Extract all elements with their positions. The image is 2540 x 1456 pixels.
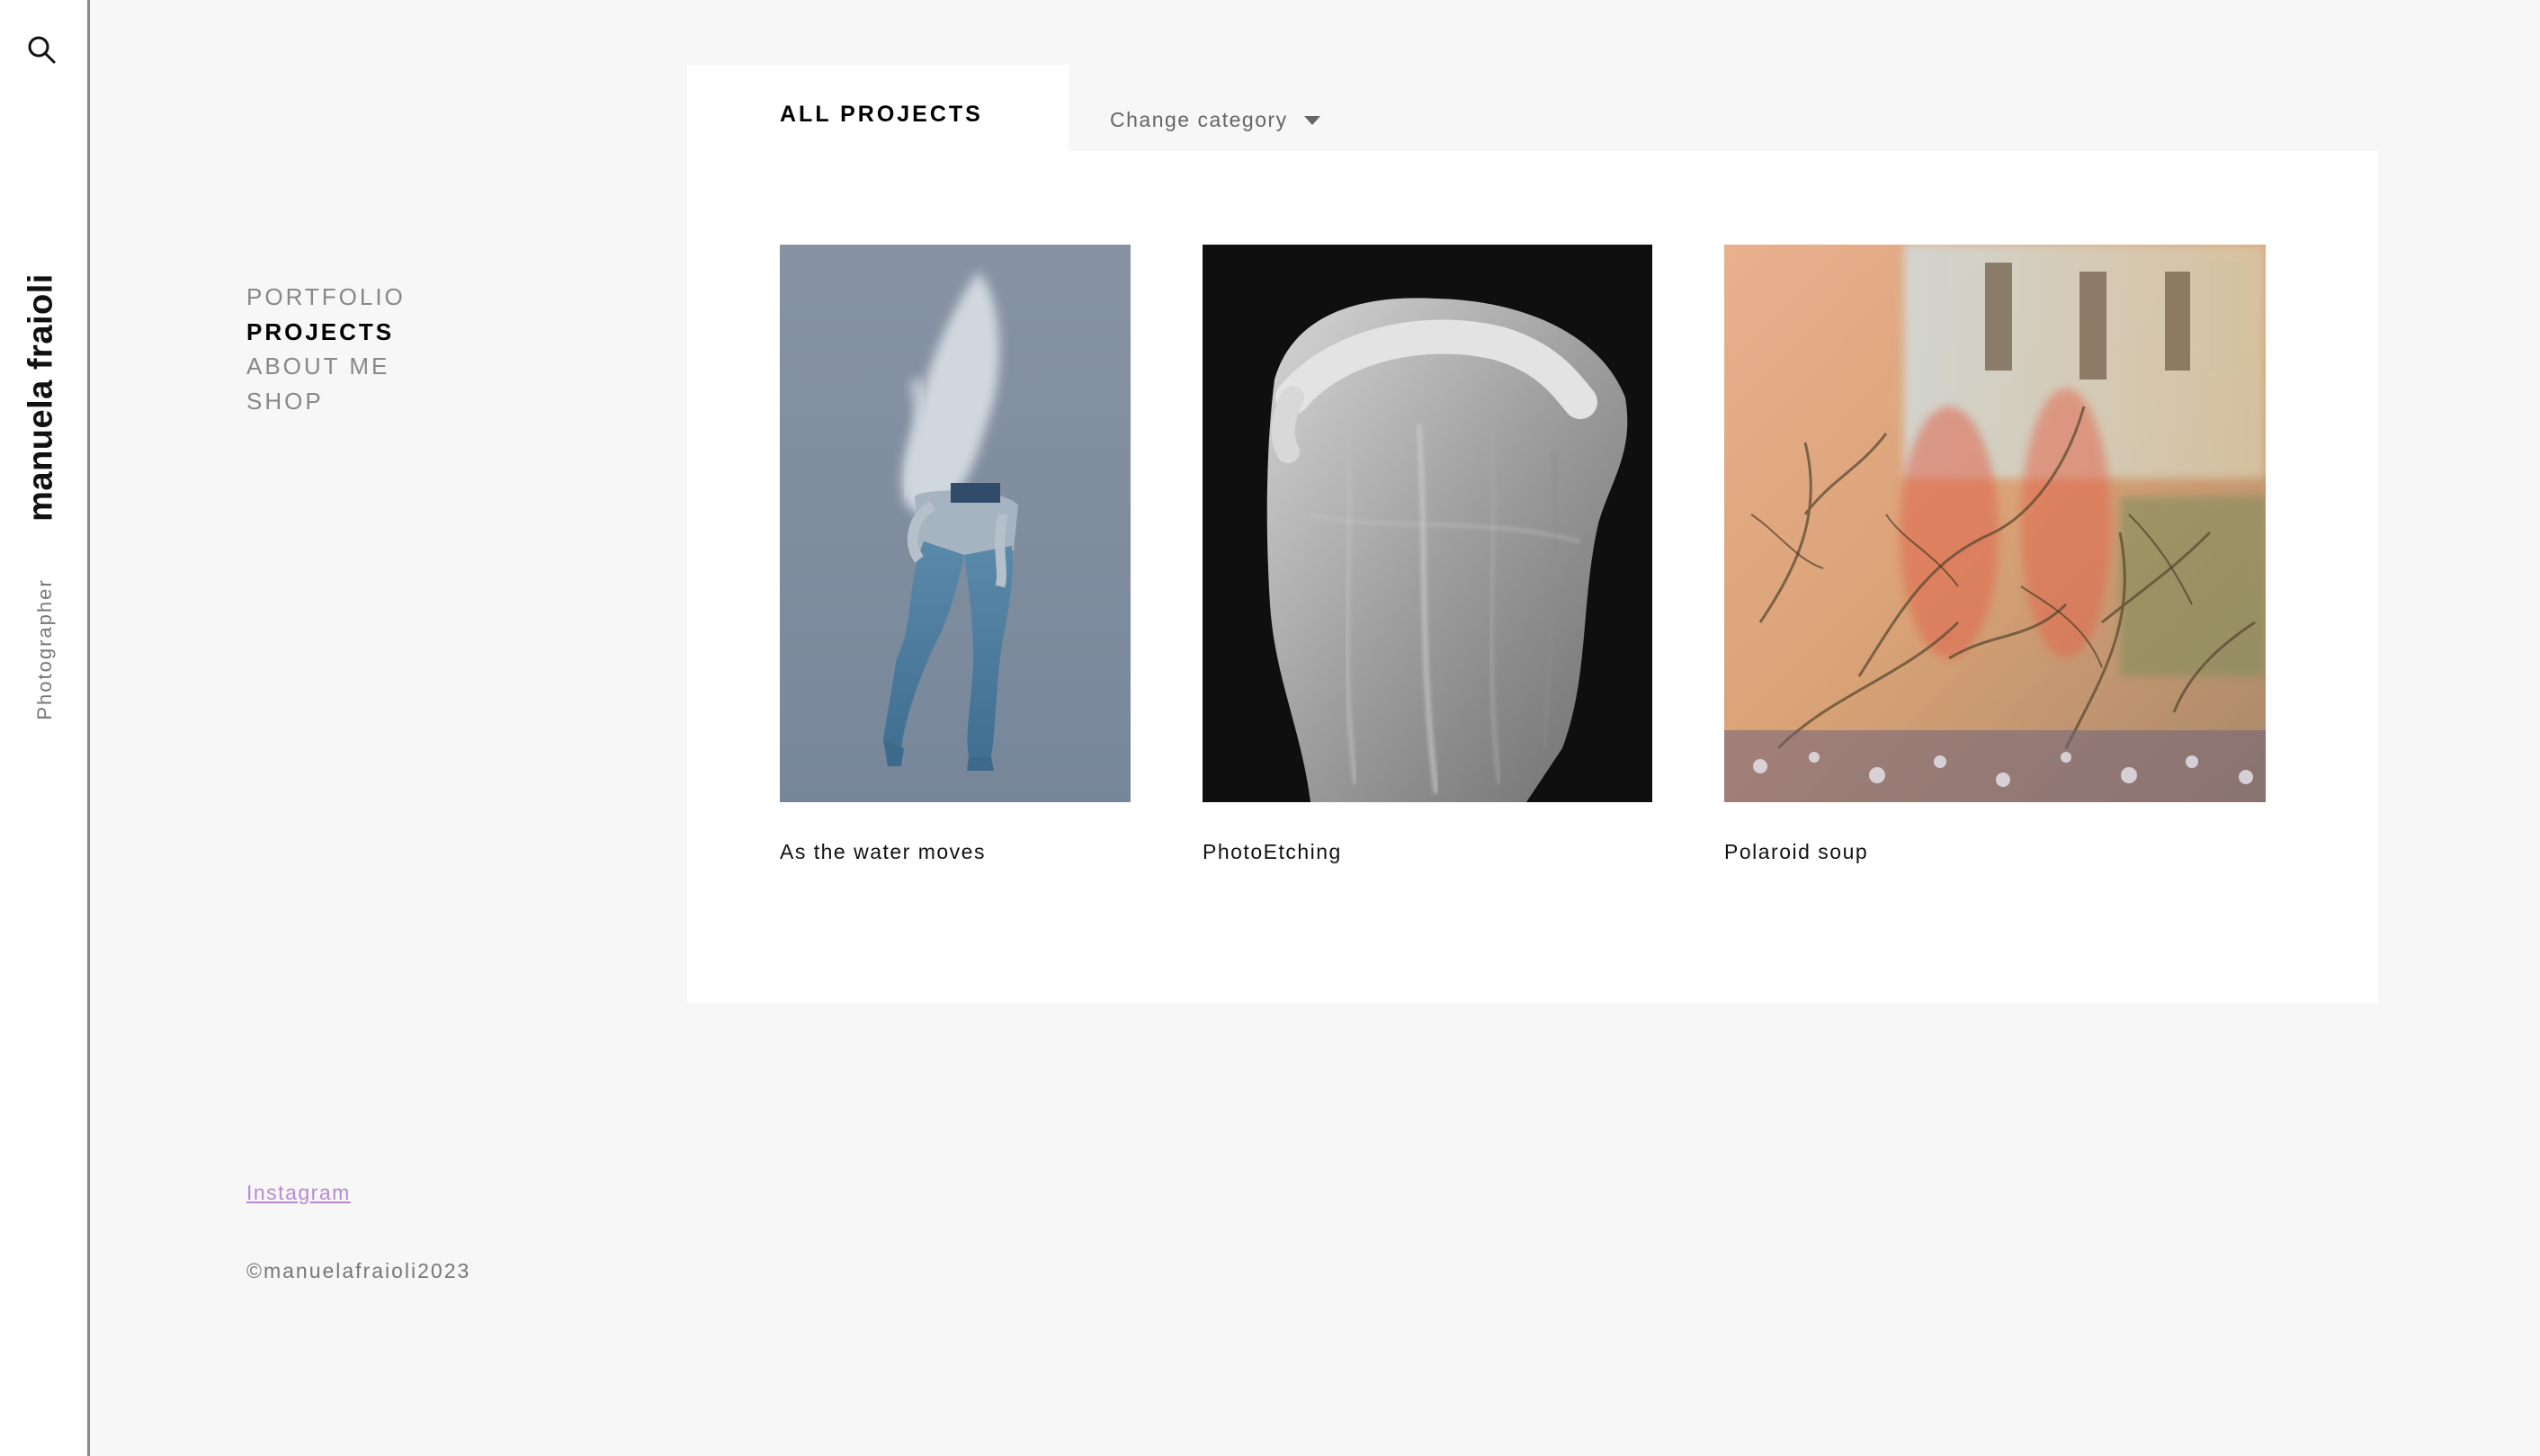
project-card-polaroid-soup[interactable]: Polaroid soup [1724,245,2266,863]
project-image-as-the-water-moves[interactable] [780,245,1131,802]
nav-item-portfolio[interactable]: PORTFOLIO [246,280,406,315]
nav-item-about-me[interactable]: ABOUT ME [246,349,406,384]
project-image-polaroid-soup[interactable] [1724,245,2266,802]
search-icon[interactable] [24,32,60,68]
project-card-as-the-water-moves[interactable]: As the water moves [780,245,1131,863]
main-nav: PORTFOLIO PROJECTS ABOUT ME SHOP [246,280,406,418]
project-card-photoetching[interactable]: PhotoEtching [1203,245,1652,863]
project-title[interactable]: As the water moves [780,840,986,864]
side-bar: manuela fraioli Photographer [0,0,90,1456]
nav-item-shop[interactable]: SHOP [246,384,406,419]
projects-panel: As the water moves PhotoEtching Polaroid… [687,151,2378,1003]
project-title[interactable]: Polaroid soup [1724,840,1868,864]
change-category-dropdown[interactable]: Change category [1110,108,1320,132]
tab-all-projects-label[interactable]: ALL PROJECTS [780,102,983,128]
change-category-label: Change category [1110,108,1288,131]
brand-name[interactable]: manuela fraioli [22,273,61,522]
instagram-link[interactable]: Instagram [246,1181,351,1205]
nav-item-projects[interactable]: PROJECTS [246,315,406,350]
copyright-text: ©manuelafraioli2023 [246,1259,471,1282]
caret-down-icon [1303,115,1320,125]
project-title[interactable]: PhotoEtching [1203,840,1342,864]
brand-role: Photographer [33,578,56,720]
project-image-photoetching[interactable] [1203,245,1652,802]
